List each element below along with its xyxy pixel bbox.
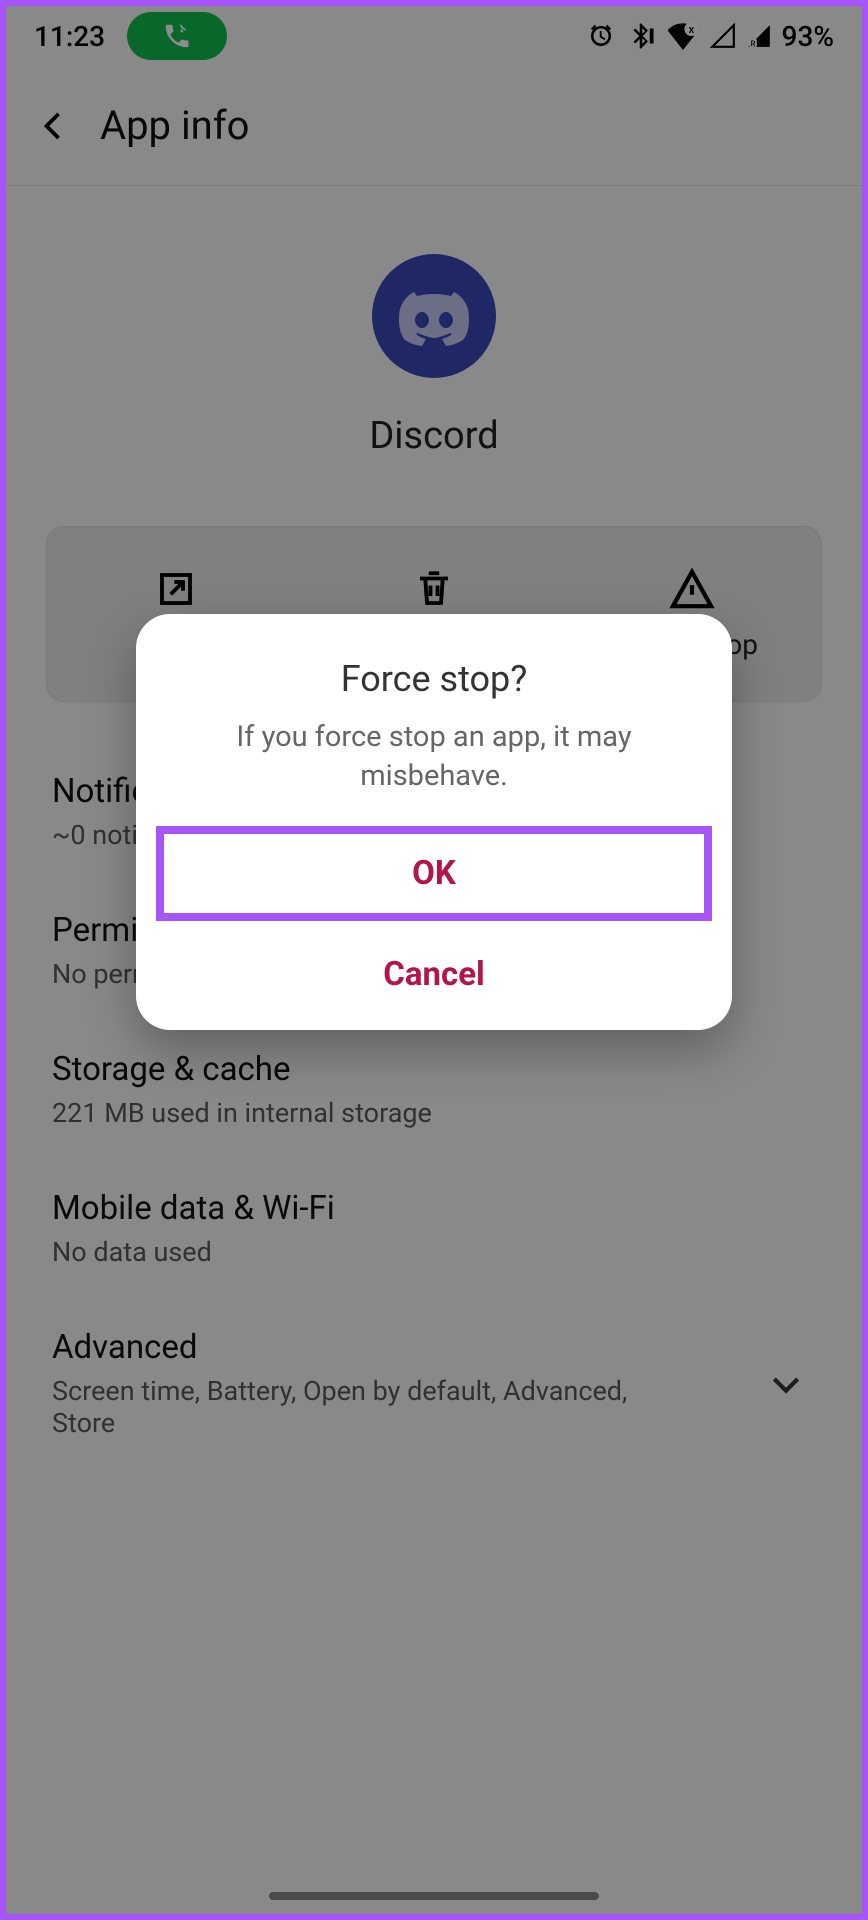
ok-button-highlight: OK	[156, 826, 712, 921]
cancel-button[interactable]: Cancel	[136, 929, 732, 1024]
dialog-title: Force stop?	[136, 614, 732, 718]
force-stop-dialog: Force stop? If you force stop an app, it…	[136, 614, 732, 1030]
dialog-message: If you force stop an app, it may misbeha…	[136, 718, 732, 826]
ok-button[interactable]: OK	[164, 854, 704, 893]
